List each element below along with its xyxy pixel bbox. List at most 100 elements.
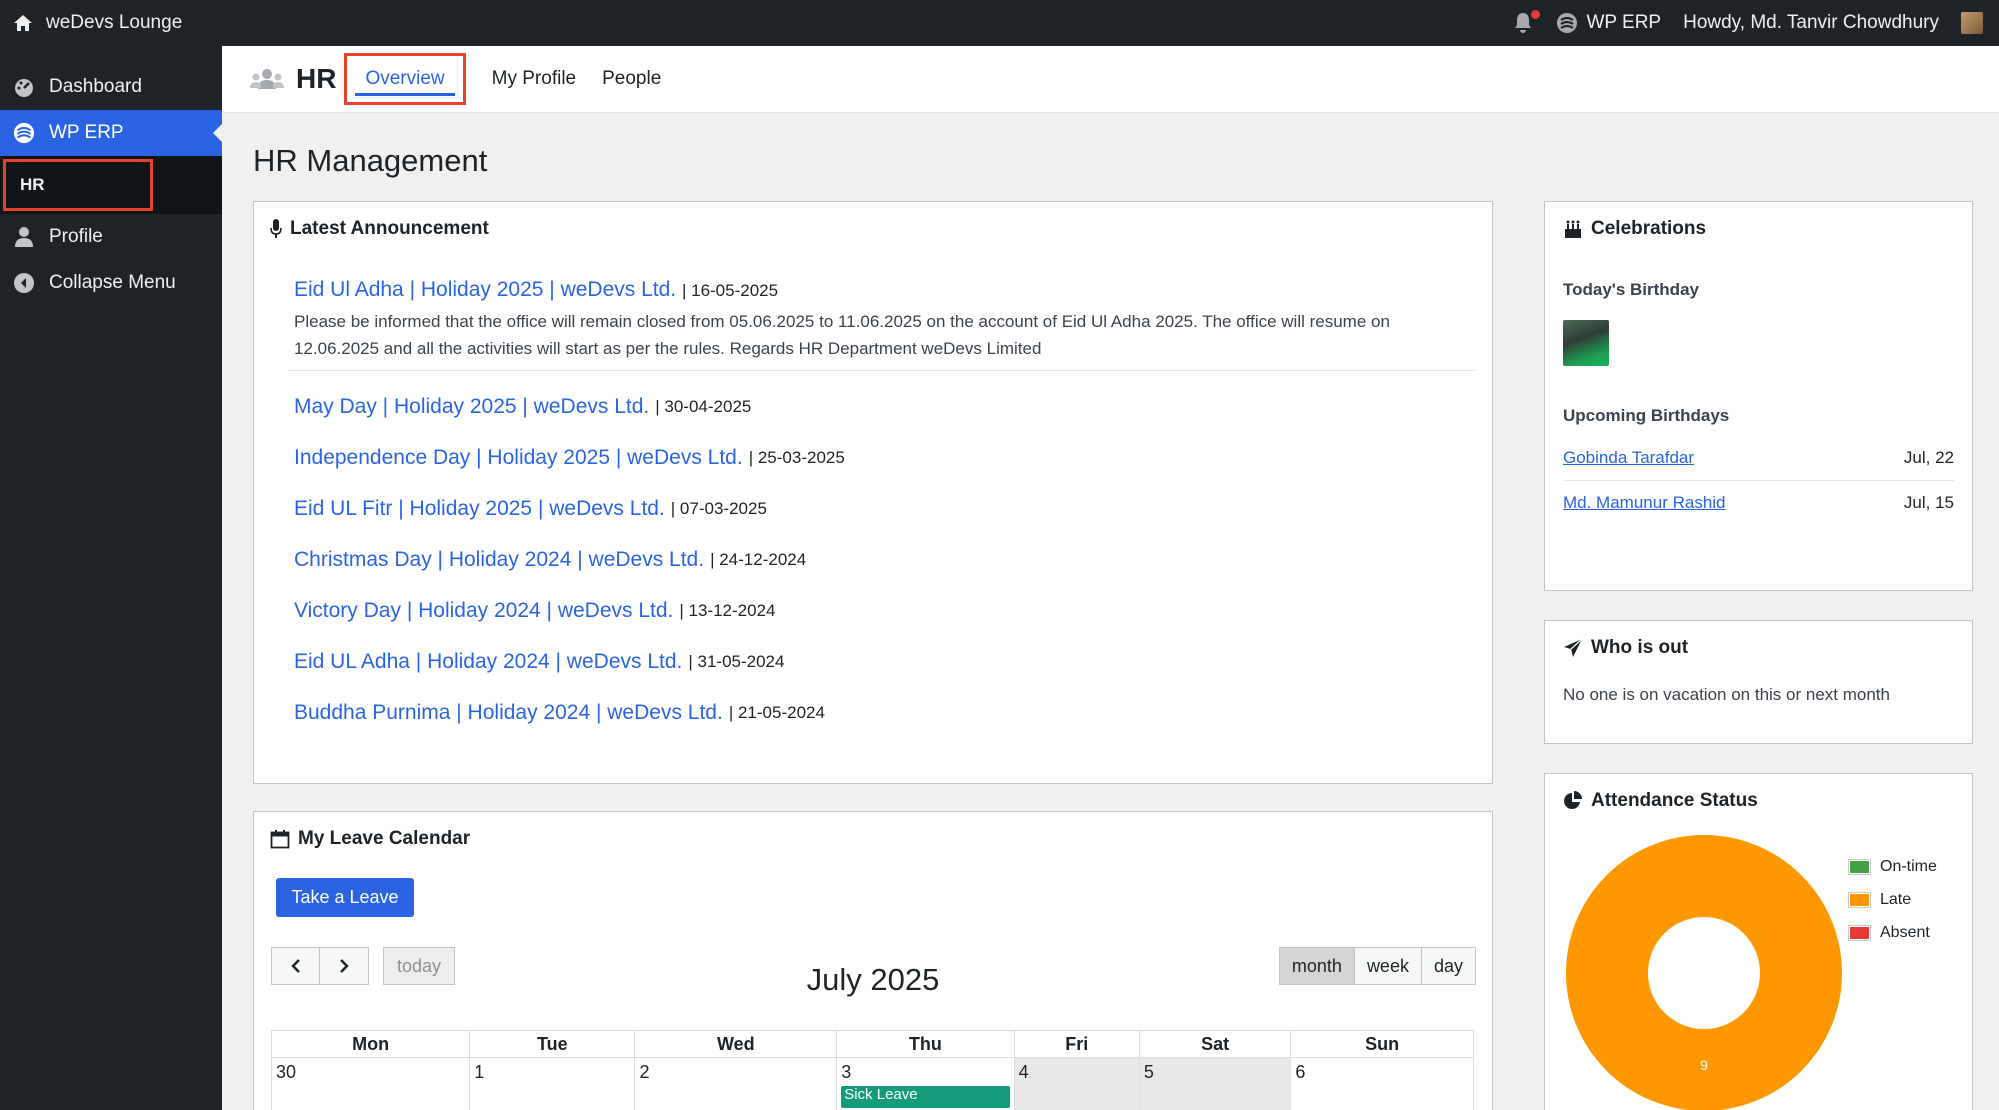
sidebar-item-wp-erp[interactable]: WP ERP (0, 110, 222, 156)
notification-bell-icon[interactable] (1512, 10, 1541, 34)
upcoming-birthday-date: Jul, 15 (1903, 493, 1954, 512)
announcement-item: Eid UL Fitr | Holiday 2025 | weDevs Ltd.… (294, 483, 1476, 534)
hr-title: HR (250, 63, 336, 95)
admin-sidebar: Dashboard WP ERP HR Profile Collapse Men… (0, 46, 222, 1110)
announcement-item: Buddha Purnima | Holiday 2024 | weDevs L… (294, 687, 1476, 738)
sidebar-item-dashboard[interactable]: Dashboard (0, 64, 222, 110)
divider (288, 370, 1476, 371)
upcoming-birthday-name[interactable]: Md. Mamunur Rashid (1563, 493, 1726, 513)
day-header: Fri (1013, 1030, 1140, 1058)
sidebar-item-label: WP ERP (49, 122, 124, 143)
list-item: Gobinda Tarafdar Jul, 22 (1563, 436, 1954, 481)
sidebar-item-collapse-menu[interactable]: Collapse Menu (0, 260, 222, 306)
calendar-day-cell[interactable]: 6 (1290, 1057, 1474, 1110)
announcement-date: | 25-03-2025 (748, 447, 845, 467)
announcement-link[interactable]: Independence Day | Holiday 2025 | weDevs… (294, 446, 743, 470)
day-header: Mon (270, 1030, 471, 1058)
view-month-button[interactable]: month (1278, 947, 1355, 985)
calendar-view-switcher: month week day (1278, 947, 1476, 985)
birthday-person-avatar[interactable] (1563, 320, 1609, 366)
announcement-link[interactable]: Eid UL Adha | Holiday 2024 | weDevs Ltd. (294, 650, 682, 674)
hr-header: HR Overview My Profile People (222, 46, 1999, 113)
attendance-title: Attendance Status (1563, 790, 1954, 812)
upcoming-birthdays-list: Gobinda Tarafdar Jul, 22 Md. Mamunur Ras… (1563, 436, 1954, 525)
calendar-day-cell[interactable]: 5 (1138, 1057, 1292, 1110)
day-number: 2 (639, 1062, 650, 1082)
user-avatar[interactable] (1961, 12, 1983, 34)
collapse-arrow-icon (13, 272, 35, 294)
who-is-out-title-text: Who is out (1591, 637, 1689, 658)
announcement-item: May Day | Holiday 2025 | weDevs Ltd. | 30… (294, 381, 1476, 432)
list-item: Md. Mamunur Rashid Jul, 15 (1563, 481, 1954, 525)
site-link[interactable]: weDevs Lounge (0, 12, 182, 34)
home-icon (12, 12, 34, 34)
announcement-item: Victory Day | Holiday 2024 | weDevs Ltd.… (294, 585, 1476, 636)
announcement-date: | 31-05-2024 (688, 651, 785, 671)
announcement-list: May Day | Holiday 2025 | weDevs Ltd. | 30… (270, 381, 1476, 738)
announcement-title-text: Latest Announcement (290, 218, 489, 239)
calendar-day-cell[interactable]: 1 (469, 1057, 636, 1110)
legend-swatch (1849, 859, 1870, 874)
announcement-item: Independence Day | Holiday 2025 | weDevs… (294, 432, 1476, 483)
announcement-link[interactable]: Eid UL Fitr | Holiday 2025 | weDevs Ltd. (294, 497, 665, 521)
legend-label: Absent (1880, 923, 1930, 941)
tab-my-profile[interactable]: My Profile (492, 68, 576, 90)
announcement-link[interactable]: May Day | Holiday 2025 | weDevs Ltd. (294, 395, 649, 419)
leave-calendar-title-text: My Leave Calendar (298, 828, 471, 849)
attendance-donut-chart: 9 (1566, 835, 1842, 1110)
announcement-date: | 13-12-2024 (679, 600, 776, 620)
who-is-out-title: Who is out (1563, 637, 1954, 659)
day-header: Sat (1138, 1030, 1292, 1058)
tab-overview[interactable]: Overview (344, 53, 466, 105)
announcement-date: | 16-05-2025 (681, 281, 779, 300)
user-greeting[interactable]: Howdy, Md. Tanvir Chowdhury (1683, 12, 1939, 34)
day-header: Thu (836, 1030, 1015, 1058)
people-group-icon (250, 68, 284, 90)
leave-event[interactable]: Sick Leave (841, 1086, 1010, 1108)
leave-calendar-panel: My Leave Calendar Take a Leave today Jul… (253, 811, 1493, 1110)
legend-item: Absent (1849, 916, 1937, 949)
announcement-title: Latest Announcement (270, 218, 1476, 240)
wp-erp-logo-icon (1556, 12, 1578, 34)
day-number: 4 (1018, 1062, 1029, 1082)
calendar-day-cell[interactable]: 30 (270, 1057, 471, 1110)
day-number: 1 (474, 1062, 485, 1082)
legend-label: Late (1880, 890, 1912, 908)
admin-bar: weDevs Lounge WP ERP Howdy, Md. Tanvir C… (0, 0, 1999, 46)
legend-swatch (1849, 925, 1870, 940)
legend-swatch (1849, 892, 1870, 907)
view-week-button[interactable]: week (1354, 947, 1422, 985)
calendar-day-cell[interactable]: 4 (1013, 1057, 1140, 1110)
celebrations-title-text: Celebrations (1591, 218, 1707, 239)
view-day-button[interactable]: day (1421, 947, 1476, 985)
announcement-link[interactable]: Eid Ul Adha | Holiday 2025 | weDevs Ltd. (294, 278, 676, 301)
who-is-out-message: No one is on vacation on this or next mo… (1563, 685, 1890, 704)
announcement-item: Eid UL Adha | Holiday 2024 | weDevs Ltd.… (294, 636, 1476, 687)
who-is-out-panel: Who is out No one is on vacation on this… (1544, 620, 1973, 744)
take-leave-button[interactable]: Take a Leave (276, 878, 414, 917)
pie-chart-icon (1563, 790, 1583, 812)
announcement-link[interactable]: Victory Day | Holiday 2024 | weDevs Ltd. (294, 599, 673, 623)
celebrations-title: Celebrations (1563, 218, 1954, 240)
dashboard-icon (13, 76, 35, 98)
announcement-link[interactable]: Christmas Day | Holiday 2024 | weDevs Lt… (294, 548, 704, 572)
wp-erp-adminbar-link[interactable]: WP ERP (1556, 12, 1661, 34)
announcement-date: | 24-12-2024 (710, 549, 807, 569)
day-number: 30 (276, 1062, 297, 1082)
calendar-day-cell[interactable]: 3 Sick Leave (836, 1057, 1015, 1110)
sidebar-item-label: Collapse Menu (49, 272, 176, 293)
sidebar-item-profile[interactable]: Profile (0, 214, 222, 260)
day-header: Tue (469, 1030, 636, 1058)
site-name: weDevs Lounge (46, 12, 183, 33)
sidebar-subitem-hr[interactable]: HR (0, 156, 222, 214)
calendar-day-cell[interactable]: 2 (634, 1057, 838, 1110)
sidebar-item-label: Dashboard (49, 76, 142, 97)
upcoming-birthday-name[interactable]: Gobinda Tarafdar (1563, 448, 1694, 468)
day-number: 6 (1295, 1062, 1306, 1082)
announcement-link[interactable]: Buddha Purnima | Holiday 2024 | weDevs L… (294, 701, 723, 725)
day-header: Wed (634, 1030, 838, 1058)
announcement-panel: Latest Announcement Eid Ul Adha | Holida… (253, 201, 1493, 784)
legend-item: On-time (1849, 850, 1937, 883)
announcement-date: | 30-04-2025 (655, 396, 752, 416)
tab-people[interactable]: People (602, 68, 661, 90)
